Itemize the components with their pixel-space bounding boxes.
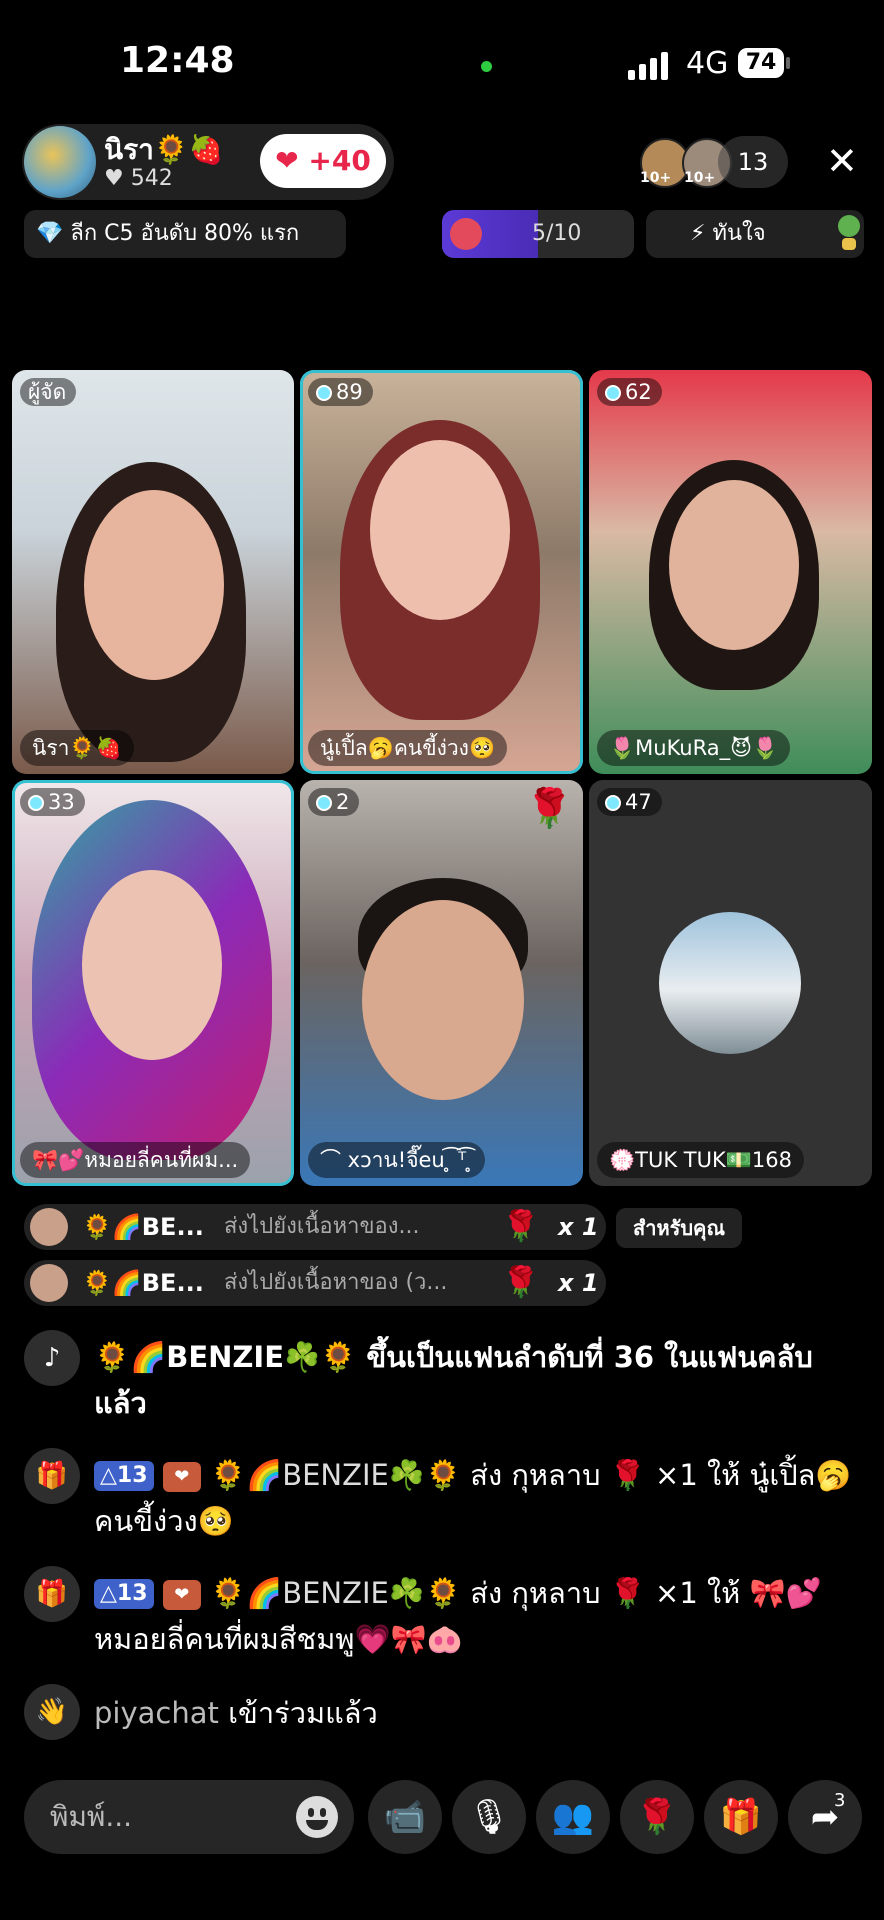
tiktok-icon: ♪	[24, 1330, 80, 1386]
guest-score-badge: 33	[20, 788, 85, 816]
guest-score-badge: 89	[308, 378, 373, 406]
participant-name: นิรา🌻🍓	[20, 730, 134, 766]
gift-row[interactable]: 🌻🌈BE... ส่งไปยังเนื้อหาของ... 🌹 x 1	[24, 1204, 606, 1250]
share-icon[interactable]: ➦ 3	[788, 1780, 862, 1854]
video-tile-guest[interactable]: 62 🌷MuKuRa_😈🌷	[589, 370, 872, 774]
video-camera-icon[interactable]: 📹	[368, 1780, 442, 1854]
mic-indicator-dot	[481, 61, 492, 72]
gift-message: ส่งไปยังเนื้อหาของ (ว...	[224, 1270, 448, 1295]
like-plus-button[interactable]: ❤ +40	[260, 134, 386, 188]
comment-body: ส่ง กุหลาบ 🌹 ×1 ให้ นู๋เปิ้ล🥱คนขี้ง่วง🥺	[94, 1458, 852, 1538]
gift-sender: 🌻🌈BE...	[82, 1213, 204, 1241]
heart-goal-icon	[450, 218, 482, 250]
host-avatar[interactable]	[24, 126, 96, 198]
network-type: 4G	[686, 46, 729, 81]
fan-badge: ❤	[162, 1580, 201, 1610]
sender-avatar	[30, 1264, 68, 1302]
battery-cap	[786, 57, 790, 69]
gift-sender: 🌻🌈BE...	[82, 1269, 204, 1297]
rose-gift-icon: 🌹	[525, 786, 573, 830]
comment-fan-join: 🌻🌈BENZIE☘️🌻 ขึ้นเป็นแฟนลำดับที่ 36 ในแฟน…	[94, 1340, 813, 1420]
wave-icon: 👋	[24, 1684, 80, 1740]
guest-score-badge: 47	[597, 788, 662, 816]
gift-message: ส่งไปยังเนื้อหาของ...	[224, 1214, 420, 1239]
host-likes: ♥ 542	[104, 166, 173, 191]
league-rank-pill[interactable]: 💎 ลีก C5 อันดับ 80% แรก	[24, 210, 346, 258]
quick-feature-pill[interactable]: ⚡ ทันใจ	[646, 210, 864, 258]
gift-count: x 1	[558, 1213, 599, 1241]
gift-icon: 🎁	[24, 1566, 80, 1622]
video-tile-guest[interactable]: 33 🎀💕หมอยลี่คนที่ผม...	[12, 780, 294, 1186]
guest-score-badge: 2	[308, 788, 360, 816]
rose-gift-icon: 🌹	[502, 1265, 540, 1300]
goal-progress-pill[interactable]: 5/10	[442, 210, 634, 258]
video-tile-host[interactable]: ผู้จัด นิรา🌻🍓	[12, 370, 294, 774]
gem-icon	[316, 795, 332, 811]
fan-badge: ❤	[162, 1462, 201, 1492]
gift-icon: 🎁	[24, 1448, 80, 1504]
participant-name: 💮TUK TUK💵168	[597, 1142, 804, 1178]
gift-button-icon[interactable]: 🎁	[704, 1780, 778, 1854]
participant-name: 🌷MuKuRa_😈🌷	[597, 730, 791, 766]
rose-gift-icon: 🌹	[502, 1209, 540, 1244]
participant-name: นู๋เปิ้ล🥱คนขี้ง่วง🥺	[308, 730, 508, 766]
emoji-eye	[308, 1808, 314, 1817]
gift-count: x 1	[558, 1269, 599, 1297]
viewer-rank-badge: 10+	[640, 170, 672, 186]
participant-avatar	[659, 912, 801, 1054]
participant-name: 🎀💕หมอยลี่คนที่ผม...	[20, 1142, 251, 1178]
comment-gift: △13 ❤ 🌻🌈BENZIE☘️🌻 ส่ง กุหลาบ 🌹 ×1 ให้ นู…	[94, 1452, 854, 1544]
comment-join: piyachat เข้าร่วมแล้ว	[94, 1690, 854, 1736]
comment-gift: △13 ❤ 🌻🌈BENZIE☘️🌻 ส่ง กุหลาบ 🌹 ×1 ให้ 🎀💕…	[94, 1570, 854, 1662]
microphone-icon[interactable]: 🎙	[452, 1780, 526, 1854]
video-tile-guest[interactable]: 2 🌹 ⌒ xɔาน!จี๊eu ̥͡ ᵀ͡ ̥	[300, 780, 583, 1186]
emoji-icon[interactable]	[296, 1796, 338, 1838]
status-time: 12:48	[120, 40, 235, 81]
guest-score-badge: 62	[597, 378, 662, 406]
comment-sender[interactable]: 🌻🌈BENZIE☘️🌻	[210, 1458, 461, 1492]
comment-sender[interactable]: piyachat	[94, 1696, 219, 1730]
rose-icon[interactable]: 🌹	[620, 1780, 694, 1854]
cellular-signal-icon	[628, 52, 668, 80]
gift-row[interactable]: 🌻🌈BE... ส่งไปยังเนื้อหาของ (ว... 🌹 x 1	[24, 1260, 606, 1306]
comment-sender[interactable]: 🌻🌈BENZIE☘️🌻	[210, 1576, 461, 1610]
gem-icon	[605, 795, 621, 811]
participant-name: ⌒ xɔาน!จี๊eu ̥͡ ᵀ͡ ̥	[308, 1142, 485, 1178]
level-badge: △13	[94, 1461, 154, 1491]
viewer-count[interactable]: 13	[718, 136, 788, 188]
battery-icon: 74	[738, 48, 784, 78]
character-icon	[838, 215, 860, 250]
gem-icon	[316, 385, 332, 401]
for-you-button[interactable]: สำหรับคุณ	[616, 1208, 742, 1248]
level-badge: △13	[94, 1579, 154, 1609]
viewer-rank-badge: 10+	[684, 170, 716, 186]
goal-progress-text: 5/10	[532, 221, 582, 246]
close-icon[interactable]: ✕	[826, 142, 858, 180]
host-role-badge: ผู้จัด	[20, 378, 77, 406]
gem-icon	[28, 795, 44, 811]
emoji-eye	[320, 1808, 326, 1817]
share-count: 3	[834, 1790, 846, 1811]
comment-body: เข้าร่วมแล้ว	[228, 1696, 378, 1730]
gem-icon	[605, 385, 621, 401]
video-tile-guest[interactable]: 89 นู๋เปิ้ล🥱คนขี้ง่วง🥺	[300, 370, 583, 774]
video-tile-guest-camera-off[interactable]: 47 💮TUK TUK💵168	[589, 780, 872, 1186]
guests-icon[interactable]: 👥	[536, 1780, 610, 1854]
sender-avatar	[30, 1208, 68, 1246]
comment-input-placeholder: พิมพ์...	[50, 1800, 133, 1833]
